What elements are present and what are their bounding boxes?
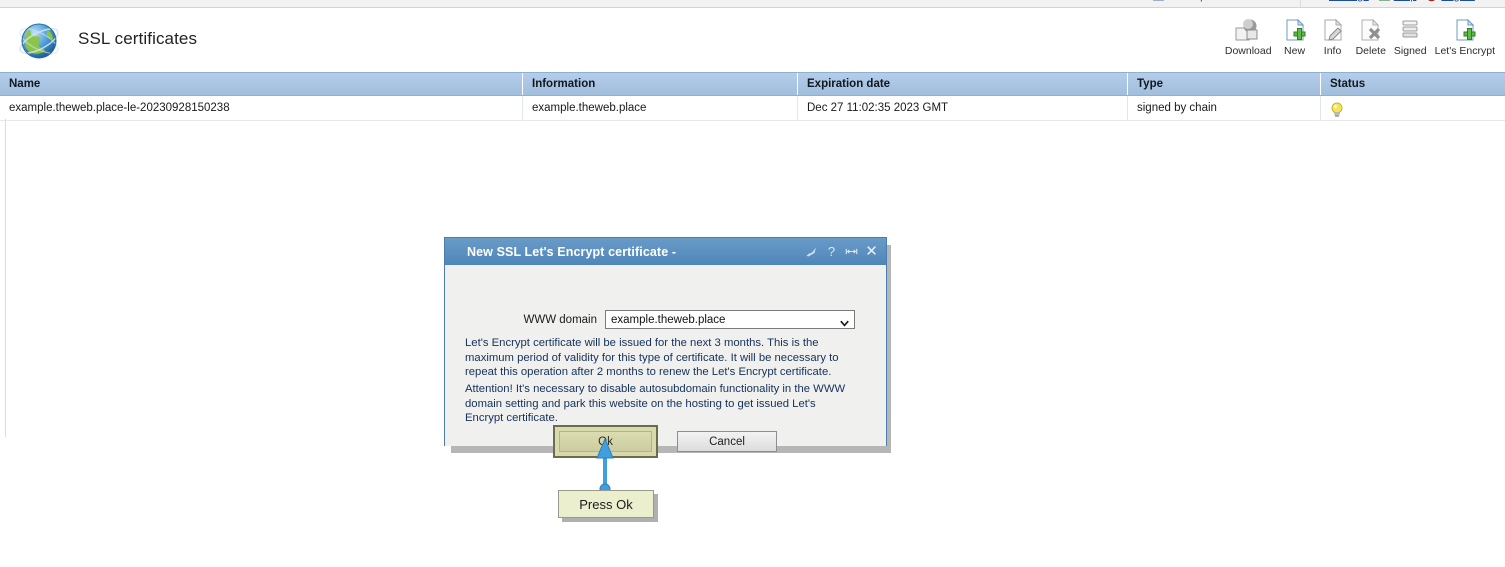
- settings-label: Settings: [1329, 0, 1369, 2]
- delete-button[interactable]: Delete: [1352, 16, 1390, 57]
- signed-icon: [1395, 16, 1425, 44]
- www-domain-label: WWW domain: [523, 313, 597, 326]
- download-icon: [1233, 16, 1263, 44]
- press-ok-callout: Press Ok: [558, 490, 654, 518]
- cancel-button[interactable]: Cancel: [677, 431, 777, 452]
- table-row[interactable]: example.theweb.place-le-20230928150238 e…: [0, 96, 1505, 121]
- new-button[interactable]: New: [1276, 16, 1314, 57]
- pin-icon[interactable]: [805, 244, 818, 259]
- cell-information: example.theweb.place: [523, 96, 798, 120]
- delete-label: Delete: [1355, 45, 1386, 57]
- callout-text: Press Ok: [579, 496, 633, 512]
- help-icon: [1378, 0, 1391, 2]
- column-header-name[interactable]: Name: [0, 73, 523, 95]
- topbar-right-group: Settings Help Log off: [1313, 0, 1475, 2]
- column-header-information[interactable]: Information: [523, 73, 798, 95]
- www-domain-value: example.theweb.place: [611, 313, 726, 326]
- topbar-left-text-2[interactable]: disk upload: [1171, 0, 1227, 2]
- help-label: Help: [1394, 0, 1417, 2]
- dialog-titlebar[interactable]: New SSL Let's Encrypt certificate - ? ✕: [445, 238, 886, 265]
- content-left-divider: [5, 119, 6, 437]
- server-icon: [1046, 0, 1059, 2]
- delete-icon: [1356, 16, 1386, 44]
- www-domain-select[interactable]: example.theweb.place: [605, 310, 855, 329]
- topbar-left-text[interactable]: serverneconnect: [1065, 0, 1146, 2]
- new-ssl-lets-encrypt-dialog: New SSL Let's Encrypt certificate - ? ✕ …: [444, 237, 888, 458]
- resize-icon[interactable]: [845, 244, 858, 259]
- www-domain-field-row: WWW domain example.theweb.place: [445, 310, 888, 329]
- globe-icon: [15, 17, 63, 65]
- logoff-icon: [1425, 0, 1438, 2]
- page-title: SSL certificates: [78, 29, 198, 48]
- chevron-down-icon: [840, 315, 849, 327]
- signed-label: Signed: [1393, 45, 1427, 57]
- dialog-body: WWW domain example.theweb.place Let's En…: [445, 265, 888, 458]
- cell-status: [1321, 96, 1505, 120]
- column-header-expiration-date[interactable]: Expiration date: [798, 73, 1128, 95]
- lets-encrypt-icon: [1450, 16, 1480, 44]
- dialog-title: New SSL Let's Encrypt certificate -: [467, 244, 677, 259]
- column-header-status[interactable]: Status: [1321, 73, 1505, 95]
- new-icon: [1280, 16, 1310, 44]
- help-link[interactable]: Help: [1378, 0, 1417, 2]
- new-label: New: [1284, 45, 1306, 57]
- info-button[interactable]: Info: [1314, 16, 1352, 57]
- cell-type: signed by chain: [1128, 96, 1321, 120]
- lets-encrypt-label: Let's Encrypt: [1434, 45, 1495, 57]
- upload-icon: [1152, 0, 1165, 2]
- action-toolbar: Download New Info Delete Signed Let's En…: [1221, 16, 1499, 57]
- ok-button[interactable]: Ok: [559, 431, 652, 452]
- cell-expiration-date: Dec 27 11:02:35 2023 GMT: [798, 96, 1128, 120]
- certificates-table: Name Information Expiration date Type St…: [0, 72, 1505, 121]
- info-label: Info: [1323, 45, 1342, 57]
- lets-encrypt-button[interactable]: Let's Encrypt: [1431, 16, 1499, 57]
- dialog-paragraph-1: Let's Encrypt certificate will be issued…: [465, 337, 839, 379]
- dialog-paragraph-2: Attention! It's necessary to disable aut…: [465, 383, 846, 425]
- logoff-link[interactable]: Log off: [1425, 0, 1475, 2]
- help-icon[interactable]: ?: [825, 244, 838, 259]
- cell-name: example.theweb.place-le-20230928150238: [0, 96, 523, 120]
- ssl-certificates-page: serverneconnect disk upload Settings Hel…: [0, 0, 1505, 567]
- ok-button-focus-ring: Ok: [553, 425, 658, 458]
- yellow-bulb-icon: [1330, 102, 1344, 118]
- topbar-left-group: serverneconnect disk upload: [1046, 0, 1227, 2]
- info-icon: [1318, 16, 1348, 44]
- close-icon[interactable]: ✕: [865, 244, 878, 259]
- column-header-type[interactable]: Type: [1128, 73, 1321, 95]
- download-label: Download: [1224, 45, 1272, 57]
- settings-link[interactable]: Settings: [1313, 0, 1369, 2]
- logoff-label: Log off: [1441, 0, 1474, 2]
- settings-icon: [1313, 0, 1326, 2]
- table-header-row: Name Information Expiration date Type St…: [0, 72, 1505, 96]
- download-button[interactable]: Download: [1221, 16, 1276, 57]
- signed-button[interactable]: Signed: [1390, 16, 1431, 57]
- dialog-titlebar-buttons: ? ✕: [805, 238, 878, 265]
